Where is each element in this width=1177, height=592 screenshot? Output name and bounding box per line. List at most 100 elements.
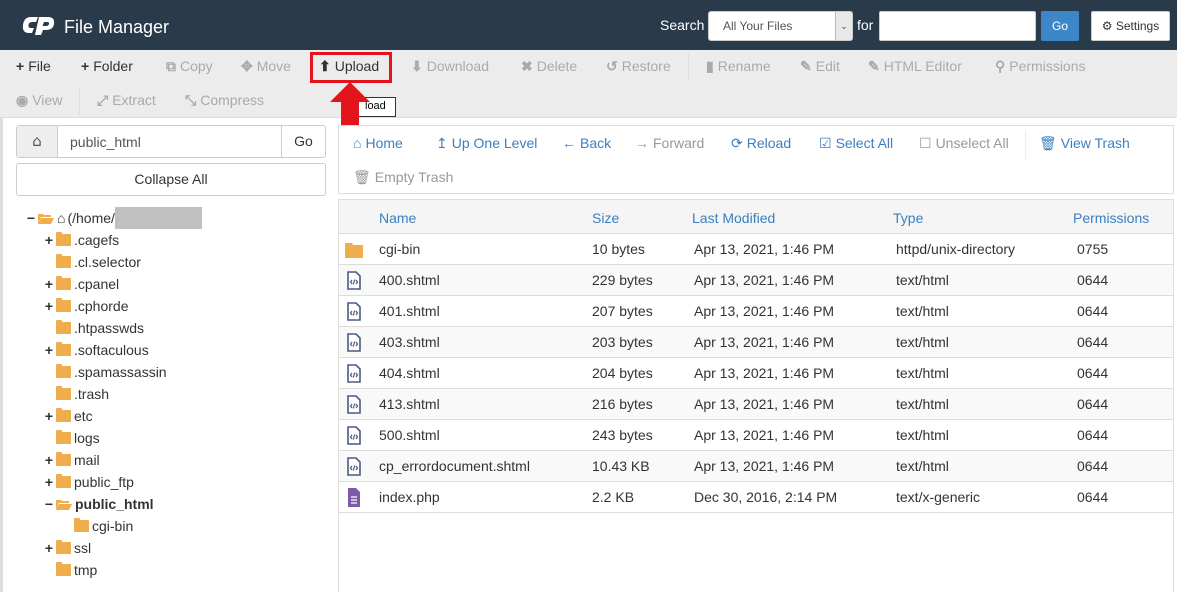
view-trash-button[interactable]: 🗑 View Trash [1039,135,1130,152]
select-all-button[interactable]: ☑ Select All [819,135,893,152]
extract-button[interactable]: ⤢ Extract [97,92,156,109]
file-modified: Apr 13, 2021, 1:46 PM [694,365,835,381]
tree-item[interactable]: + ssl [43,537,91,559]
tree-item-label: cgi-bin [92,518,134,534]
copy-button[interactable]: ⧉ Copy [166,58,213,75]
tree-item[interactable]: logs [43,427,100,449]
html-editor-button[interactable]: ✎ HTML Editor [868,58,962,75]
file-modified: Apr 13, 2021, 1:46 PM [694,272,835,288]
tree-root-label: (/home/ [67,210,115,226]
tree-item[interactable]: .spamassassin [43,361,167,383]
tree-item[interactable]: + etc [43,405,93,427]
search-go-button[interactable]: Go [1041,11,1079,41]
download-button[interactable]: ⬇ Download [411,58,489,75]
tree-item[interactable]: + .cphorde [43,295,128,317]
tree-item[interactable]: + public_ftp [43,471,134,493]
file-name[interactable]: 500.shtml [379,427,440,443]
tree-item[interactable]: + .cagefs [43,229,119,251]
tree-item-label: public_html [75,496,154,512]
expand-icon[interactable]: + [43,408,55,424]
path-go-button[interactable]: Go [281,126,325,157]
restore-button[interactable]: ↺ Restore [606,58,671,75]
home-button[interactable]: ⌂ Home [353,135,403,151]
column-header-permissions[interactable]: Permissions [1073,210,1149,226]
table-row[interactable]: 400.shtml 229 bytes Apr 13, 2021, 1:46 PM t… [339,265,1173,296]
table-row[interactable]: cp_errordocument.shtml 10.43 KB Apr 13, 20… [339,451,1173,482]
tree-item[interactable]: + .softaculous [43,339,149,361]
file-size: 207 bytes [592,303,653,319]
tree-item[interactable]: + mail [43,449,100,471]
compress-button[interactable]: ⤡ Compress [185,92,264,109]
forward-button[interactable]: → Forward [635,135,704,151]
file-size: 10 bytes [592,241,645,257]
column-header-size[interactable]: Size [592,210,619,226]
table-row[interactable]: 404.shtml 204 bytes Apr 13, 2021, 1:46 PM t… [339,358,1173,389]
file-name[interactable]: 400.shtml [379,272,440,288]
view-button[interactable]: ◉ View [16,92,62,109]
up-one-level-button[interactable]: ↥ Up One Level [436,135,537,152]
search-scope-select[interactable]: All Your Files ⌄ [708,11,853,41]
toolbar: + File + Folder ⧉ Copy ✥ Move ⬆ Upload ⬇ Downl… [0,50,1177,118]
file-name[interactable]: 413.shtml [379,396,440,412]
expand-icon[interactable]: + [43,452,55,468]
home-icon[interactable]: ⌂ [17,126,58,157]
new-folder-button[interactable]: + Folder [81,58,133,74]
expand-icon[interactable]: + [43,232,55,248]
file-permissions: 0644 [1077,272,1109,288]
file-permissions: 0644 [1077,334,1109,350]
table-row[interactable]: 500.shtml 243 bytes Apr 13, 2021, 1:46 PM t… [339,420,1173,451]
search-input[interactable] [879,11,1036,41]
table-row[interactable]: 413.shtml 216 bytes Apr 13, 2021, 1:46 PM t… [339,389,1173,420]
collapse-all-button[interactable]: Collapse All [16,163,326,196]
new-file-button[interactable]: + File [16,58,51,74]
expand-icon[interactable]: + [43,298,55,314]
column-header-name[interactable]: Name [379,210,416,226]
key-icon: ⚲ [995,58,1006,74]
tree-item[interactable]: cgi-bin [61,515,133,537]
expand-icon[interactable]: + [43,342,55,358]
tree-item-label: tmp [74,562,98,578]
tree-root[interactable]: − ⌂ (/home/ [25,207,202,229]
expand-icon[interactable]: + [43,474,55,490]
tree-item[interactable]: .cl.selector [43,251,141,273]
folder-icon [56,364,71,378]
reload-button[interactable]: ⟳ Reload [731,135,791,152]
move-button[interactable]: ✥ Move [241,58,291,75]
delete-button[interactable]: ✖ Delete [521,58,577,75]
table-row[interactable]: 403.shtml 203 bytes Apr 13, 2021, 1:46 PM t… [339,327,1173,358]
expand-icon[interactable]: + [43,540,55,556]
tree-item[interactable]: .htpasswds [43,317,144,339]
permissions-button[interactable]: ⚲ Permissions [995,58,1086,75]
path-input[interactable]: public_html [58,126,281,157]
file-name[interactable]: cp_errordocument.shtml [379,458,530,474]
table-row[interactable]: 401.shtml 207 bytes Apr 13, 2021, 1:46 PM t… [339,296,1173,327]
file-name[interactable]: cgi-bin [379,241,420,257]
collapse-icon[interactable]: − [43,496,55,512]
file-permissions: 0644 [1077,365,1109,381]
settings-button[interactable]: ⚙ Settings [1091,11,1170,41]
unselect-all-button[interactable]: ☐ Unselect All [919,135,1009,152]
collapse-icon[interactable]: − [25,210,37,226]
empty-trash-button[interactable]: 🗑 Empty Trash [353,169,453,186]
table-row[interactable]: index.php 2.2 KB Dec 30, 2016, 2:14 PM text… [339,482,1173,513]
folder-icon [345,243,363,258]
file-name[interactable]: 401.shtml [379,303,440,319]
table-row[interactable]: cgi-bin 10 bytes Apr 13, 2021, 1:46 PM http… [339,234,1173,265]
arrow-left-icon: ← [562,135,576,151]
tree-item[interactable]: + .cpanel [43,273,119,295]
column-header-type[interactable]: Type [893,210,923,226]
expand-icon[interactable]: + [43,276,55,292]
file-name[interactable]: index.php [379,489,440,505]
file-name[interactable]: 404.shtml [379,365,440,381]
back-button[interactable]: ← Back [562,135,611,151]
file-type: text/html [896,396,949,412]
tree-item[interactable]: tmp [43,559,97,581]
column-header-last-modified[interactable]: Last Modified [692,210,775,226]
html-file-icon [347,364,361,383]
file-name[interactable]: 403.shtml [379,334,440,350]
rename-button[interactable]: ▮ Rename [706,58,771,75]
tree-item[interactable]: − public_html [43,493,154,515]
file-size: 243 bytes [592,427,653,443]
tree-item[interactable]: .trash [43,383,109,405]
edit-button[interactable]: ✎ Edit [800,58,840,75]
